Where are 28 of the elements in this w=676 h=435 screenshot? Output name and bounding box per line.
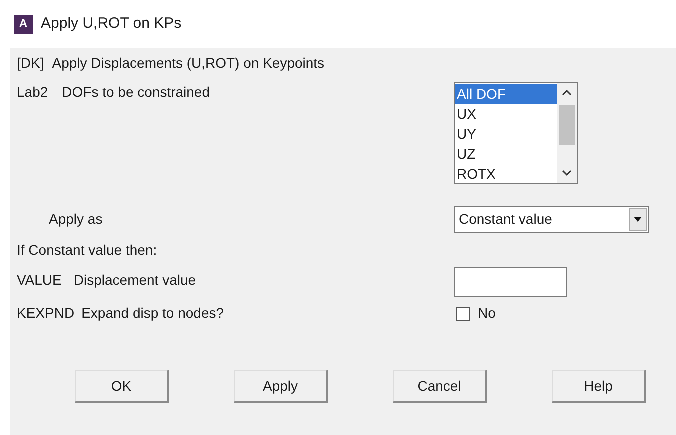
section-note: If Constant value then: — [17, 242, 158, 258]
field-label: Apply Displacements (U,ROT) on Keypoints — [52, 54, 325, 73]
dialog-button[interactable]: Apply — [234, 370, 328, 403]
list-item[interactable]: UZ — [455, 144, 557, 164]
app-logo-icon: A — [14, 14, 33, 34]
displacement-input-field[interactable] — [454, 267, 567, 297]
field-label: Displacement value — [74, 271, 196, 290]
apply-as-dropdown[interactable]: Constant value — [454, 206, 649, 233]
list-item[interactable]: ROTX — [455, 164, 557, 184]
parameter-code: [DK] — [17, 54, 44, 73]
dropdown-caret-icon[interactable] — [629, 208, 647, 231]
dialog-button[interactable]: Cancel — [393, 370, 487, 403]
parameter-code: VALUE — [17, 271, 62, 290]
list-item[interactable]: All DOF — [455, 84, 557, 104]
checkbox-label: No — [478, 304, 496, 323]
window-title: Apply U,ROT on KPs — [41, 14, 182, 34]
parameter-code: KEXPND — [17, 304, 75, 323]
list-item[interactable]: UY — [455, 124, 557, 144]
scrollbar-drawing[interactable] — [557, 83, 577, 183]
list-item[interactable]: UX — [455, 104, 557, 124]
dialog-button[interactable]: Help — [552, 370, 646, 403]
dialog-button[interactable]: OK — [75, 370, 169, 403]
dof-listbox[interactable]: All DOF UX UY UZ ROTX — [454, 82, 578, 184]
expand-checkbox[interactable] — [456, 306, 470, 320]
field-label: Apply as — [49, 211, 103, 227]
parameter-code: Lab2 — [17, 83, 48, 102]
field-label: Expand disp to nodes? — [82, 304, 224, 323]
field-label: DOFs to be constrained — [62, 83, 210, 102]
